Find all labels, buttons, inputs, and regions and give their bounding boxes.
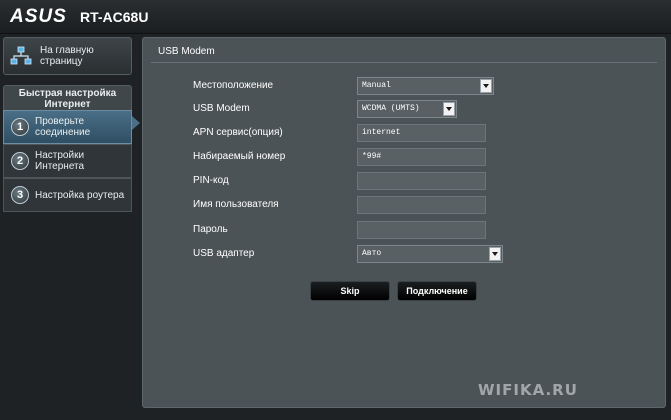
asus-logo: ASUS [10, 6, 67, 27]
row-location: Местоположение Manual [193, 77, 653, 97]
row-usb-adapter: USB адаптер Авто [193, 245, 653, 265]
chevron-down-icon[interactable] [443, 102, 455, 116]
username-label: Имя пользователя [193, 199, 279, 210]
row-dial-number: Набираемый номер *99# [193, 148, 653, 168]
step-router-settings[interactable]: 3 Настройка роутера [3, 178, 132, 212]
step-check-connection[interactable]: 1 Проверьте соединение [3, 110, 132, 144]
usb-modem-value: WCDMA (UMTS) [362, 104, 420, 113]
chevron-down-icon[interactable] [480, 79, 492, 93]
password-input[interactable] [357, 221, 486, 239]
active-step-arrow-icon [132, 116, 140, 130]
location-select[interactable]: Manual [357, 77, 494, 95]
network-map-icon [10, 45, 32, 67]
row-password: Пароль [193, 221, 653, 241]
usb-adapter-value: Авто [362, 249, 382, 258]
panel-title: USB Modem [158, 46, 215, 57]
location-value: Manual [362, 81, 391, 90]
pin-input[interactable] [357, 172, 486, 190]
site-watermark: WIFIKA.RU [478, 381, 578, 399]
step-label: Настройки Интернета [35, 150, 85, 172]
panel-divider [151, 62, 657, 63]
quick-setup-title: Быстрая настройка Интернет [3, 85, 132, 110]
pin-label: PIN-код [193, 175, 229, 186]
row-usb-modem: USB Modem WCDMA (UMTS) [193, 100, 653, 120]
dial-number-input[interactable]: *99# [357, 148, 486, 166]
step-number-icon: 1 [11, 118, 29, 136]
row-apn: APN сервис(опция) internet [193, 124, 653, 144]
step-number-icon: 2 [11, 152, 29, 170]
chevron-down-icon[interactable] [489, 247, 501, 261]
dial-number-label: Набираемый номер [193, 151, 286, 162]
username-input[interactable] [357, 196, 486, 214]
row-pin: PIN-код [193, 172, 653, 192]
apn-input[interactable]: internet [357, 124, 486, 142]
connect-button[interactable]: Подключение [397, 281, 477, 301]
usb-adapter-select[interactable]: Авто [357, 245, 503, 263]
usb-adapter-label: USB адаптер [193, 248, 255, 259]
password-label: Пароль [193, 224, 228, 235]
row-username: Имя пользователя [193, 196, 653, 216]
step-label: Настройка роутера [35, 189, 125, 201]
router-model: RT-AC68U [80, 9, 149, 25]
usb-modem-panel: USB Modem Местоположение Manual USB Mode… [142, 37, 666, 408]
step-internet-settings[interactable]: 2 Настройки Интернета [3, 144, 132, 178]
usb-modem-label: USB Modem [193, 103, 250, 114]
skip-button[interactable]: Skip [310, 281, 390, 301]
step-label: Проверьте соединение [35, 116, 91, 138]
location-label: Местоположение [193, 80, 274, 91]
usb-modem-select[interactable]: WCDMA (UMTS) [357, 100, 457, 118]
home-button-label: На главную страницу [40, 45, 94, 67]
header-bar: ASUS RT-AC68U [0, 0, 671, 34]
step-number-icon: 3 [11, 186, 29, 204]
apn-label: APN сервис(опция) [193, 127, 283, 138]
home-button[interactable]: На главную страницу [3, 37, 132, 75]
